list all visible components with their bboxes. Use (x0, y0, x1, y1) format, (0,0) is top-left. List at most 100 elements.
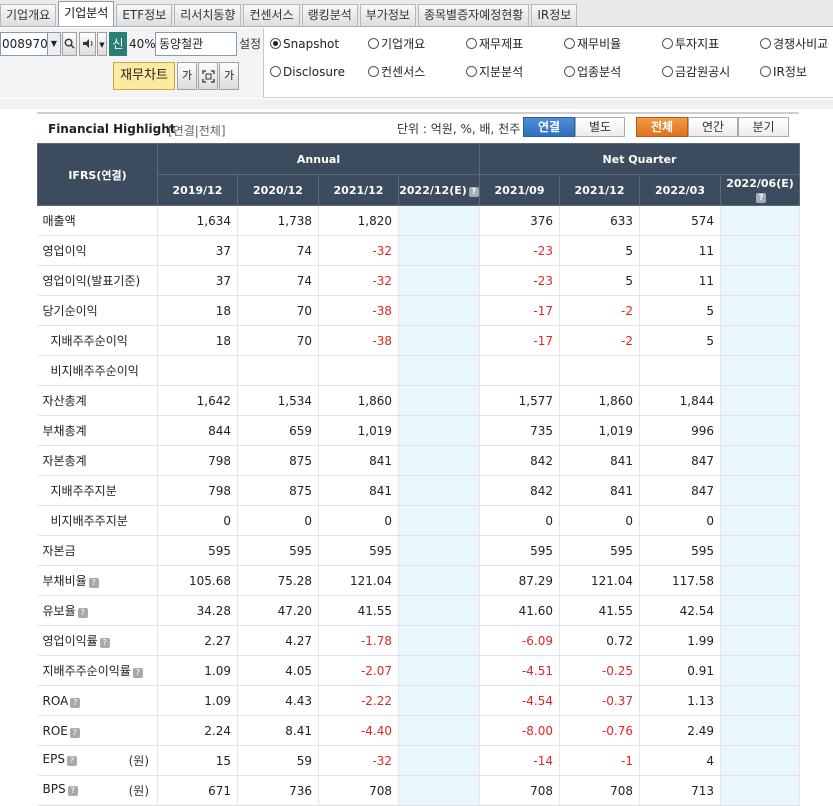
speaker-button[interactable] (79, 32, 96, 56)
question-icon[interactable]: ? (77, 608, 88, 618)
radio-option-4[interactable]: 투자지표 (662, 36, 719, 52)
table-cell: -17 (479, 325, 561, 356)
table-cell (398, 355, 481, 386)
table-cell: 713 (639, 775, 722, 806)
table-cell: -23 (479, 235, 561, 266)
table-cell: 5 (559, 235, 641, 266)
radio-label: Disclosure (283, 65, 346, 79)
settings-link[interactable]: 설정 (239, 32, 261, 56)
tab-6[interactable]: 부가정보 (359, 4, 416, 26)
table-row: 비지배주주지분 0 0 0 0 0 0 (37, 505, 801, 536)
period-quarter-toggle[interactable]: 분기 (738, 117, 789, 137)
radio-option-1[interactable]: 기업개요 (368, 36, 425, 52)
table-cell: 595 (559, 535, 641, 566)
speaker-dropdown-button[interactable]: ▼ (97, 32, 107, 56)
row-label: 비지배주주지분 (50, 514, 128, 528)
tab-3[interactable]: 리서치동향 (174, 4, 242, 26)
table-row: 부채비율? 105.68 75.28 121.04 87.29 121.04 117.58 (37, 565, 801, 596)
table-cell (479, 355, 561, 386)
table-cell: 70 (237, 295, 319, 326)
table-cell: 0 (318, 505, 399, 536)
period-annual-toggle[interactable]: 연간 (688, 117, 738, 137)
table-cell: 18 (157, 295, 238, 326)
question-icon[interactable]: ? (132, 668, 143, 678)
table-cell: 11 (639, 235, 722, 266)
capture-button[interactable] (198, 62, 218, 90)
radio-label: 경쟁사비교 (773, 37, 829, 51)
radio-option-7[interactable]: 컨센서스 (368, 64, 425, 80)
separator (0, 99, 833, 109)
stock-code-input[interactable]: 008970 (0, 32, 48, 56)
question-icon[interactable]: ? (756, 193, 767, 203)
tab-1[interactable]: 기업분석 (58, 1, 115, 26)
radio-option-11[interactable]: IR정보 (760, 64, 807, 80)
radio-label: 금감원공시 (675, 65, 731, 79)
table-cell (720, 565, 801, 596)
table-cell (720, 655, 801, 686)
radio-option-2[interactable]: 재무제표 (466, 36, 523, 52)
radio-option-3[interactable]: 재무비율 (564, 36, 621, 52)
search-button[interactable] (62, 32, 77, 56)
radio-option-0[interactable]: Snapshot (270, 36, 339, 52)
tab-7[interactable]: 종목별증자예정현황 (417, 4, 530, 26)
table-row: ROA? 1.09 4.43 -2.22 -4.54 -0.37 1.13 (37, 685, 801, 716)
table-cell: 4.43 (237, 685, 319, 716)
tab-2[interactable]: ETF정보 (116, 4, 173, 26)
question-icon[interactable]: ? (88, 578, 99, 588)
separate-toggle[interactable]: 별도 (575, 117, 625, 137)
table-cell: 671 (157, 775, 238, 806)
radio-option-8[interactable]: 지분분석 (466, 64, 523, 80)
row-label-cell: 당기순이익 (37, 295, 158, 326)
table-cell: 844 (157, 415, 238, 446)
radio-option-9[interactable]: 업종분석 (564, 64, 621, 80)
table-cell: 1,820 (318, 205, 399, 236)
column-header-4: 2021/09 (479, 174, 561, 206)
table-cell: 708 (559, 775, 641, 806)
radio-option-10[interactable]: 금감원공시 (662, 64, 730, 80)
question-icon[interactable]: ? (99, 638, 110, 648)
column-header-label: 2021/12 (574, 183, 625, 197)
table-cell: 1,860 (559, 385, 641, 416)
period-all-toggle[interactable]: 전체 (636, 117, 688, 137)
table-cell: 0 (237, 505, 319, 536)
table-cell: 659 (237, 415, 319, 446)
font-size-up-button[interactable]: 가 (219, 62, 239, 90)
table-cell: 1,019 (318, 415, 399, 446)
question-icon[interactable]: ? (69, 727, 80, 738)
quarter-group-header: Net Quarter (479, 143, 801, 175)
table-cell (720, 415, 801, 446)
table-cell: -32 (318, 265, 399, 296)
table-cell: 376 (479, 205, 561, 236)
row-label: 자산총계 (42, 394, 87, 408)
table-row: 유보율? 34.28 47.20 41.55 41.60 41.55 42.54 (37, 595, 801, 626)
code-dropdown-button[interactable]: ▼ (47, 32, 61, 56)
consolidated-toggle[interactable]: 연결 (523, 117, 575, 137)
radio-option-6[interactable]: Disclosure (270, 64, 345, 80)
company-name-field[interactable]: 동양철관 (155, 32, 237, 56)
table-cell (720, 715, 801, 746)
question-icon[interactable]: ? (70, 697, 81, 708)
radio-label: 기업개요 (381, 37, 426, 51)
table-cell: -1 (559, 745, 641, 776)
table-cell (398, 325, 481, 356)
radio-option-5[interactable]: 경쟁사비교 (760, 36, 828, 52)
row-label-cell: 자본금 (37, 535, 158, 566)
tab-0[interactable]: 기업개요 (0, 4, 57, 26)
table-cell: 595 (237, 535, 319, 566)
tab-8[interactable]: IR정보 (531, 4, 578, 26)
font-size-down-button[interactable]: 가 (177, 62, 197, 90)
tab-4[interactable]: 컨센서스 (243, 4, 300, 26)
radio-dot-icon (760, 38, 771, 49)
financial-chart-button[interactable]: 재무차트 (113, 62, 175, 90)
question-icon[interactable]: ? (67, 786, 78, 796)
row-label-cell: 지배주주순이익률? (37, 655, 158, 686)
table-corner-header: IFRS(연결) (37, 143, 158, 206)
unit-won-label: (원) (128, 754, 149, 768)
table-row: 영업이익률? 2.27 4.27 -1.78 -6.09 0.72 1.99 (37, 625, 801, 656)
question-icon[interactable]: ? (66, 756, 77, 766)
column-header-label: 2019/12 (172, 183, 223, 197)
question-icon[interactable]: ? (468, 186, 479, 197)
radio-dot-icon (564, 38, 575, 49)
tab-5[interactable]: 랭킹분석 (301, 4, 358, 26)
table-cell: 0 (639, 505, 722, 536)
